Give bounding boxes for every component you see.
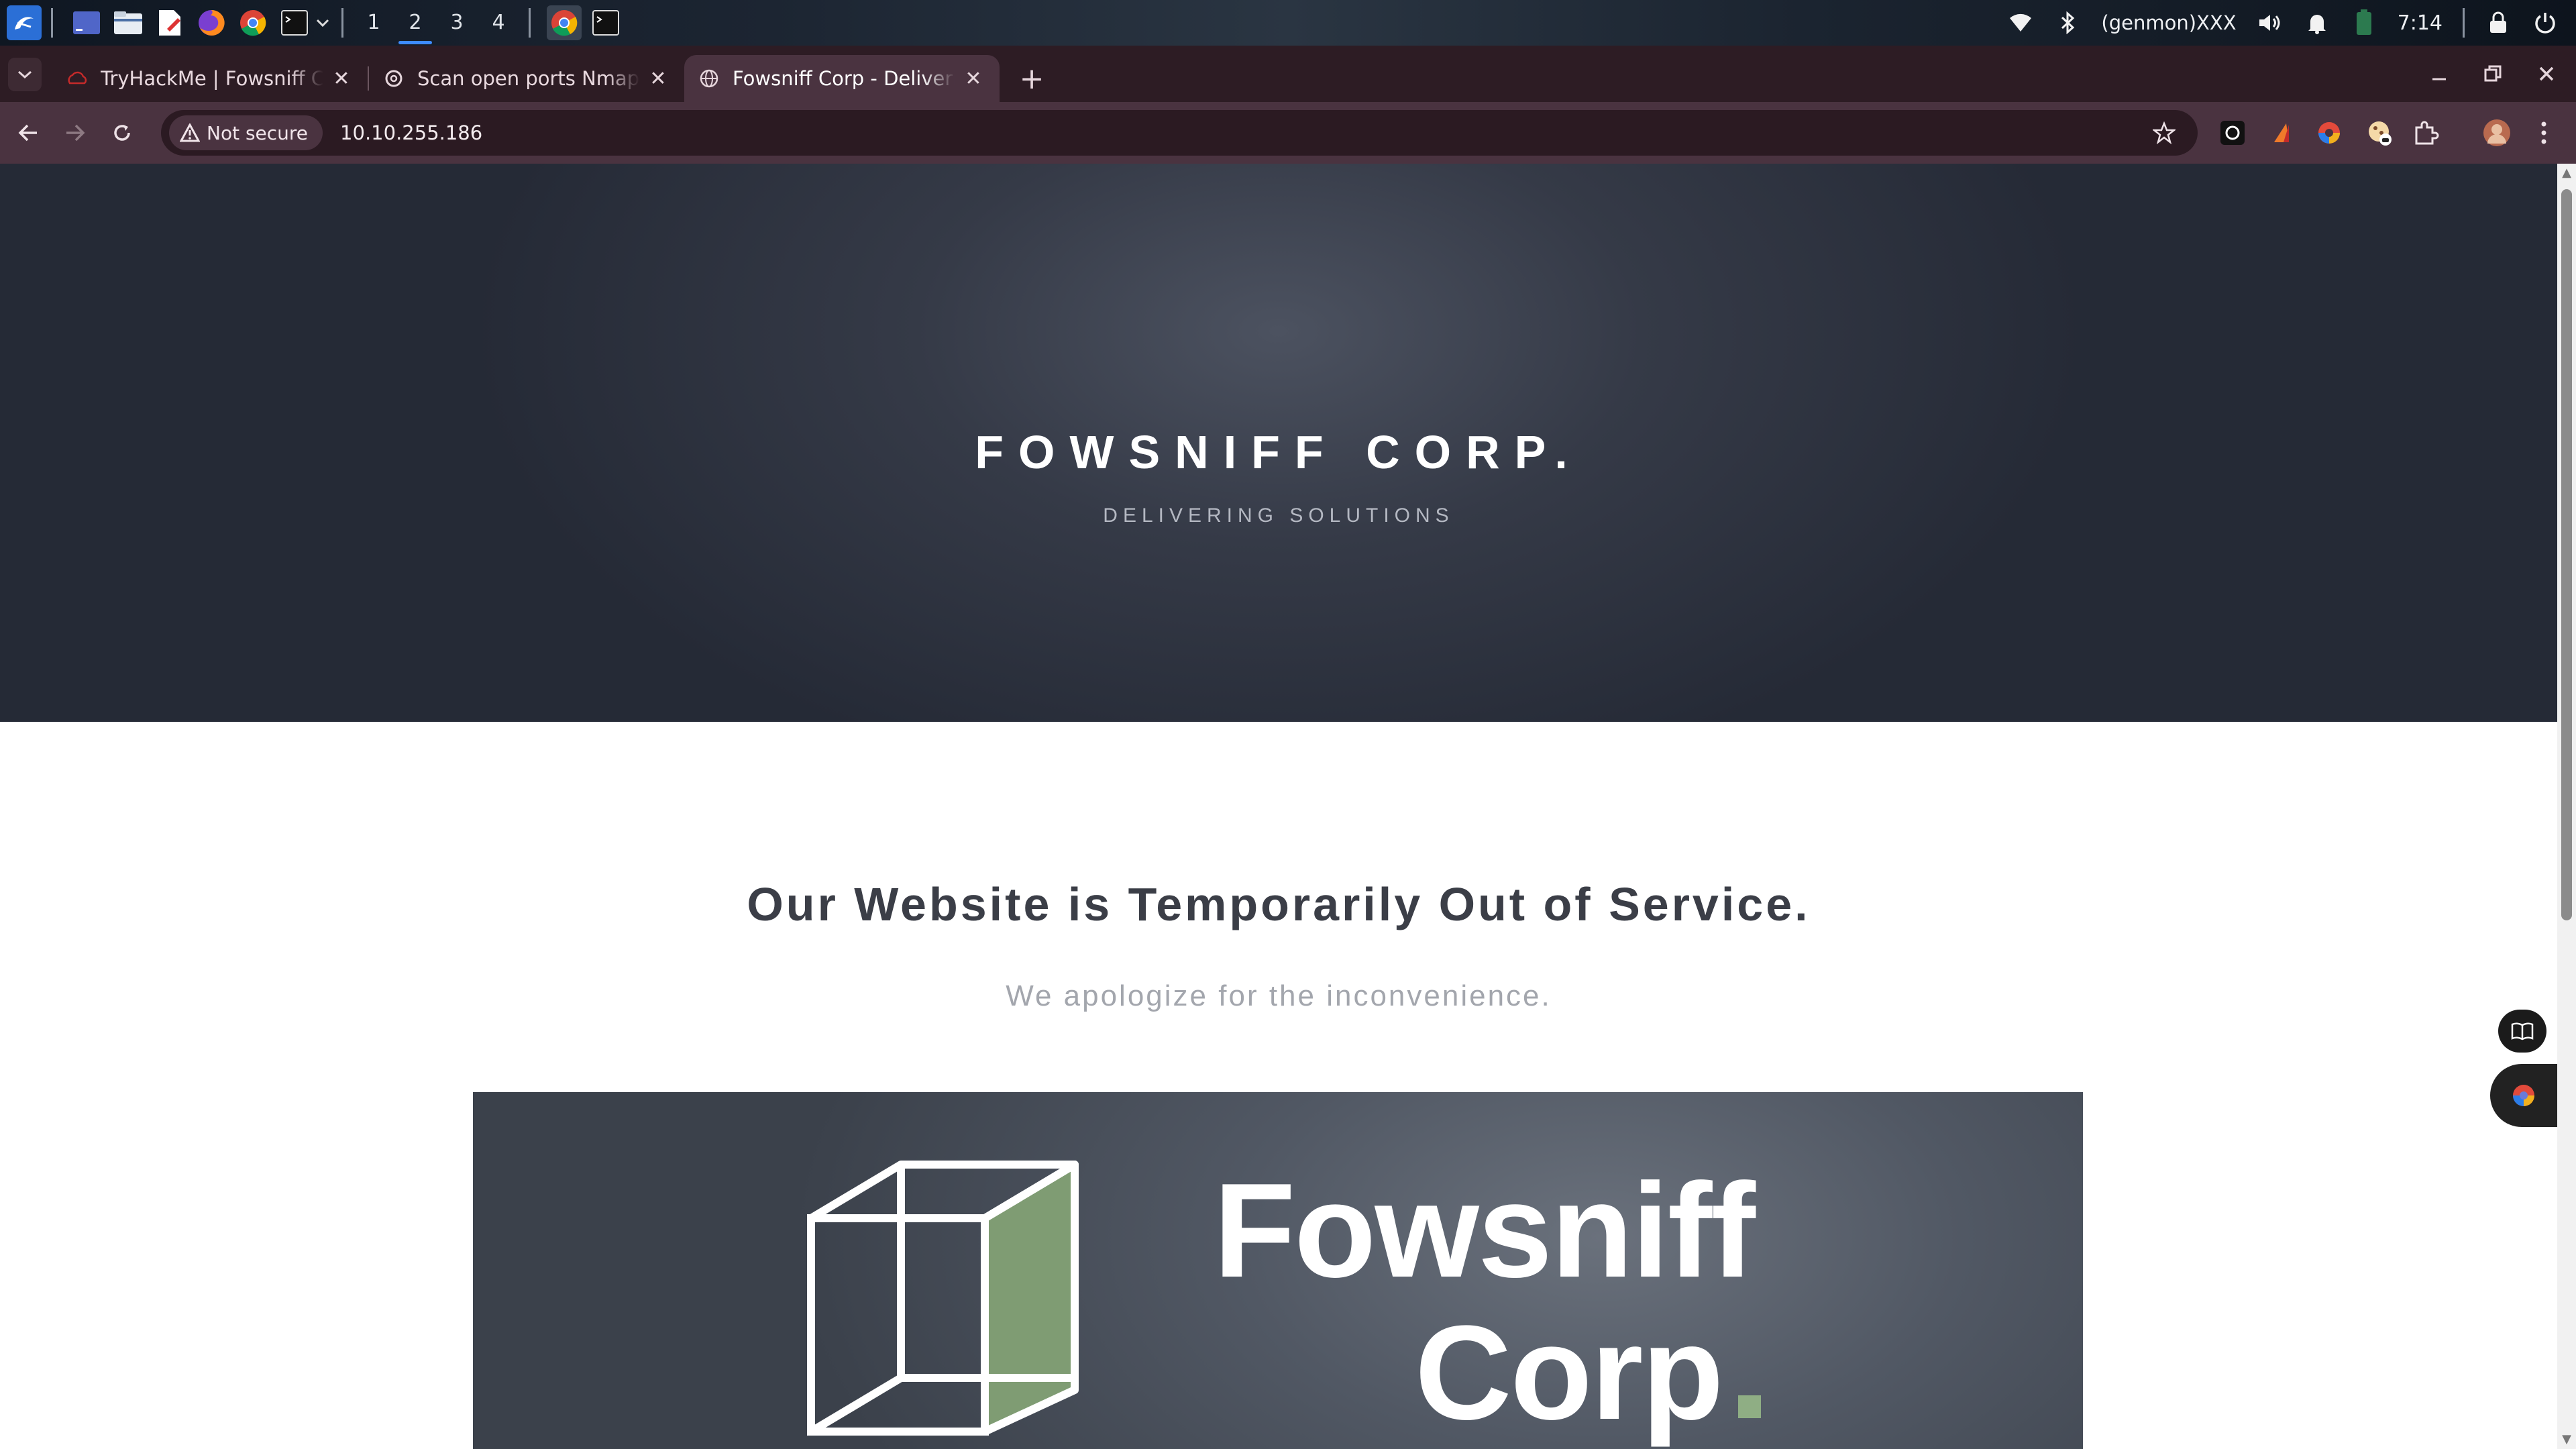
security-label: Not secure [207,121,309,144]
new-tab-button[interactable]: + [1013,60,1051,97]
close-window-icon[interactable] [2533,60,2560,87]
battery-icon[interactable] [2351,9,2377,36]
url-text[interactable]: 10.10.255.186 [340,121,482,144]
page-scrollbar[interactable]: ▲ ▼ [2557,164,2576,1449]
close-icon[interactable]: ✕ [647,67,669,91]
terminal-window-button[interactable] [588,5,623,40]
cube-logo [807,1161,1079,1436]
banner-word-fowsniff: Fowsniff [1214,1156,1756,1305]
tab-title: Scan open ports Nmap [417,67,640,90]
scrollbar-thumb[interactable] [2561,189,2572,920]
side-extension-button[interactable] [2490,1064,2557,1127]
workspace-3[interactable]: 3 [436,0,478,46]
tryhackme-favicon [67,68,87,89]
warning-icon [180,123,200,142]
bluetooth-icon[interactable] [2054,9,2081,36]
openai-favicon [384,68,404,89]
tab-title: TryHackMe | Fowsniff CTF [101,67,323,90]
hero-subtitle: DELIVERING SOLUTIONS [1103,504,1454,527]
wifi-icon[interactable] [2007,9,2034,36]
forward-button[interactable] [56,114,94,152]
kali-menu-icon[interactable] [7,5,42,40]
chrome-window-button[interactable] [547,5,582,40]
terminal-icon[interactable] [277,5,312,40]
volume-icon[interactable] [2257,9,2284,36]
back-button[interactable] [9,114,47,152]
panel-separator [341,8,343,38]
lock-icon[interactable] [2485,9,2512,36]
extension-orange-icon[interactable] [2265,115,2300,150]
scroll-up-arrow[interactable]: ▲ [2560,166,2573,180]
extension-cookie-icon[interactable] [2363,115,2398,150]
tab-nmap-chat[interactable]: Scan open ports Nmap ✕ [369,55,684,102]
fowsniff-banner-image: Fowsniff Corp [473,1092,2083,1449]
power-icon[interactable] [2532,9,2559,36]
extension-black-icon[interactable] [2215,115,2250,150]
os-top-panel: 1 2 3 4 (genmon)XXX 7:14 [0,0,2576,46]
page-subheading: We apologize for the inconvenience. [1006,979,1552,1012]
browser-tab-strip: TryHackMe | Fowsniff CTF ✕ Scan open por… [0,46,2576,102]
bookmark-star-icon[interactable] [2151,119,2178,146]
panel-separator [2463,8,2465,38]
workspace-4[interactable]: 4 [478,0,519,46]
reading-mode-button[interactable] [2498,1010,2546,1053]
extensions-puzzle-icon[interactable] [2408,115,2443,150]
menu-kebab-icon[interactable] [2530,115,2557,150]
minimize-icon[interactable] [2426,60,2453,87]
workspace-1[interactable]: 1 [353,0,394,46]
panel-separator [51,8,53,38]
chevron-down-icon[interactable] [313,5,332,40]
book-icon [2511,1022,2534,1040]
notification-bell-icon[interactable] [2304,9,2330,36]
terminal-app-icon[interactable] [69,5,104,40]
chrome-icon[interactable] [235,5,270,40]
page-viewport: FOWSNIFF CORP. DELIVERING SOLUTIONS Our … [0,164,2557,1449]
close-icon[interactable]: ✕ [962,67,985,91]
banner-word-corp: Corp [1415,1298,1724,1448]
restore-icon[interactable] [2479,60,2506,87]
hero-title: FOWSNIFF CORP. [975,426,1582,478]
security-chip[interactable]: Not secure [169,115,323,150]
text-editor-icon[interactable] [152,5,187,40]
workspace-2[interactable]: 2 [394,0,436,46]
banner-accent-dot [1738,1395,1761,1418]
hero-section: FOWSNIFF CORP. DELIVERING SOLUTIONS [0,164,2557,722]
colorwheel-icon [2513,1085,2534,1106]
tab-search-button[interactable] [8,58,42,91]
clock[interactable]: 7:14 [2398,11,2443,35]
extension-colorwheel-icon[interactable] [2312,115,2347,150]
genmon-label: (genmon)XXX [2101,11,2237,34]
page-heading: Our Website is Temporarily Out of Servic… [747,878,1811,930]
firefox-icon[interactable] [194,5,229,40]
file-manager-icon[interactable] [111,5,146,40]
tab-title: Fowsniff Corp - Delivering Solutions [733,67,955,90]
scroll-down-arrow[interactable]: ▼ [2560,1433,2573,1446]
panel-separator [529,8,531,38]
profile-avatar[interactable] [2479,115,2514,150]
reload-button[interactable] [103,114,141,152]
tab-fowsniff[interactable]: Fowsniff Corp - Delivering Solutions ✕ [684,55,1000,102]
address-bar[interactable]: Not secure 10.10.255.186 [161,110,2198,156]
tab-tryhackme[interactable]: TryHackMe | Fowsniff CTF ✕ [52,55,368,102]
browser-toolbar: Not secure 10.10.255.186 [0,102,2576,164]
globe-icon [699,68,719,89]
close-icon[interactable]: ✕ [330,67,353,91]
